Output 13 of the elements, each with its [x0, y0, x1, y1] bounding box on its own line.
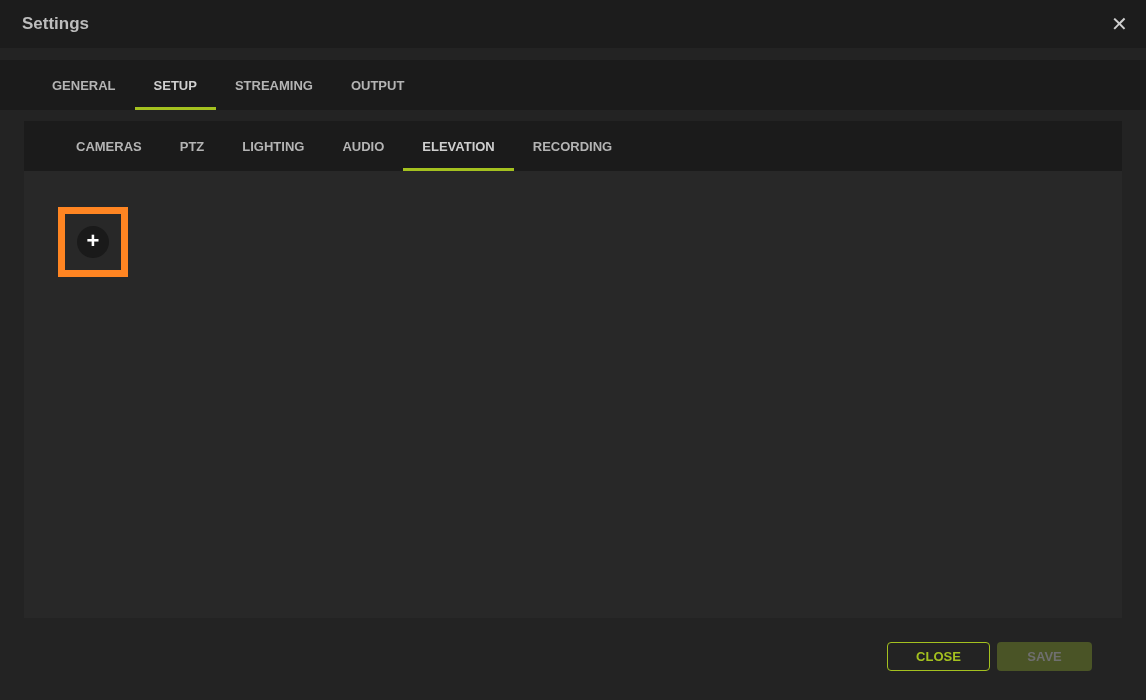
subtab[interactable]: AUDIO	[323, 121, 404, 171]
subtab[interactable]: PTZ	[160, 121, 224, 171]
tab[interactable]: GENERAL	[33, 60, 135, 110]
tab[interactable]: SETUP	[134, 60, 216, 110]
add-button[interactable]: +	[77, 226, 109, 258]
window-title: Settings	[22, 14, 90, 34]
subtab[interactable]: RECORDING	[513, 121, 632, 171]
tab[interactable]: OUTPUT	[331, 60, 424, 110]
subtab[interactable]: CAMERAS	[57, 121, 161, 171]
subtab[interactable]: LIGHTING	[223, 121, 324, 171]
subtab[interactable]: ELEVATION	[403, 121, 514, 171]
close-button[interactable]: CLOSE	[887, 642, 990, 671]
tab[interactable]: STREAMING	[215, 60, 332, 110]
